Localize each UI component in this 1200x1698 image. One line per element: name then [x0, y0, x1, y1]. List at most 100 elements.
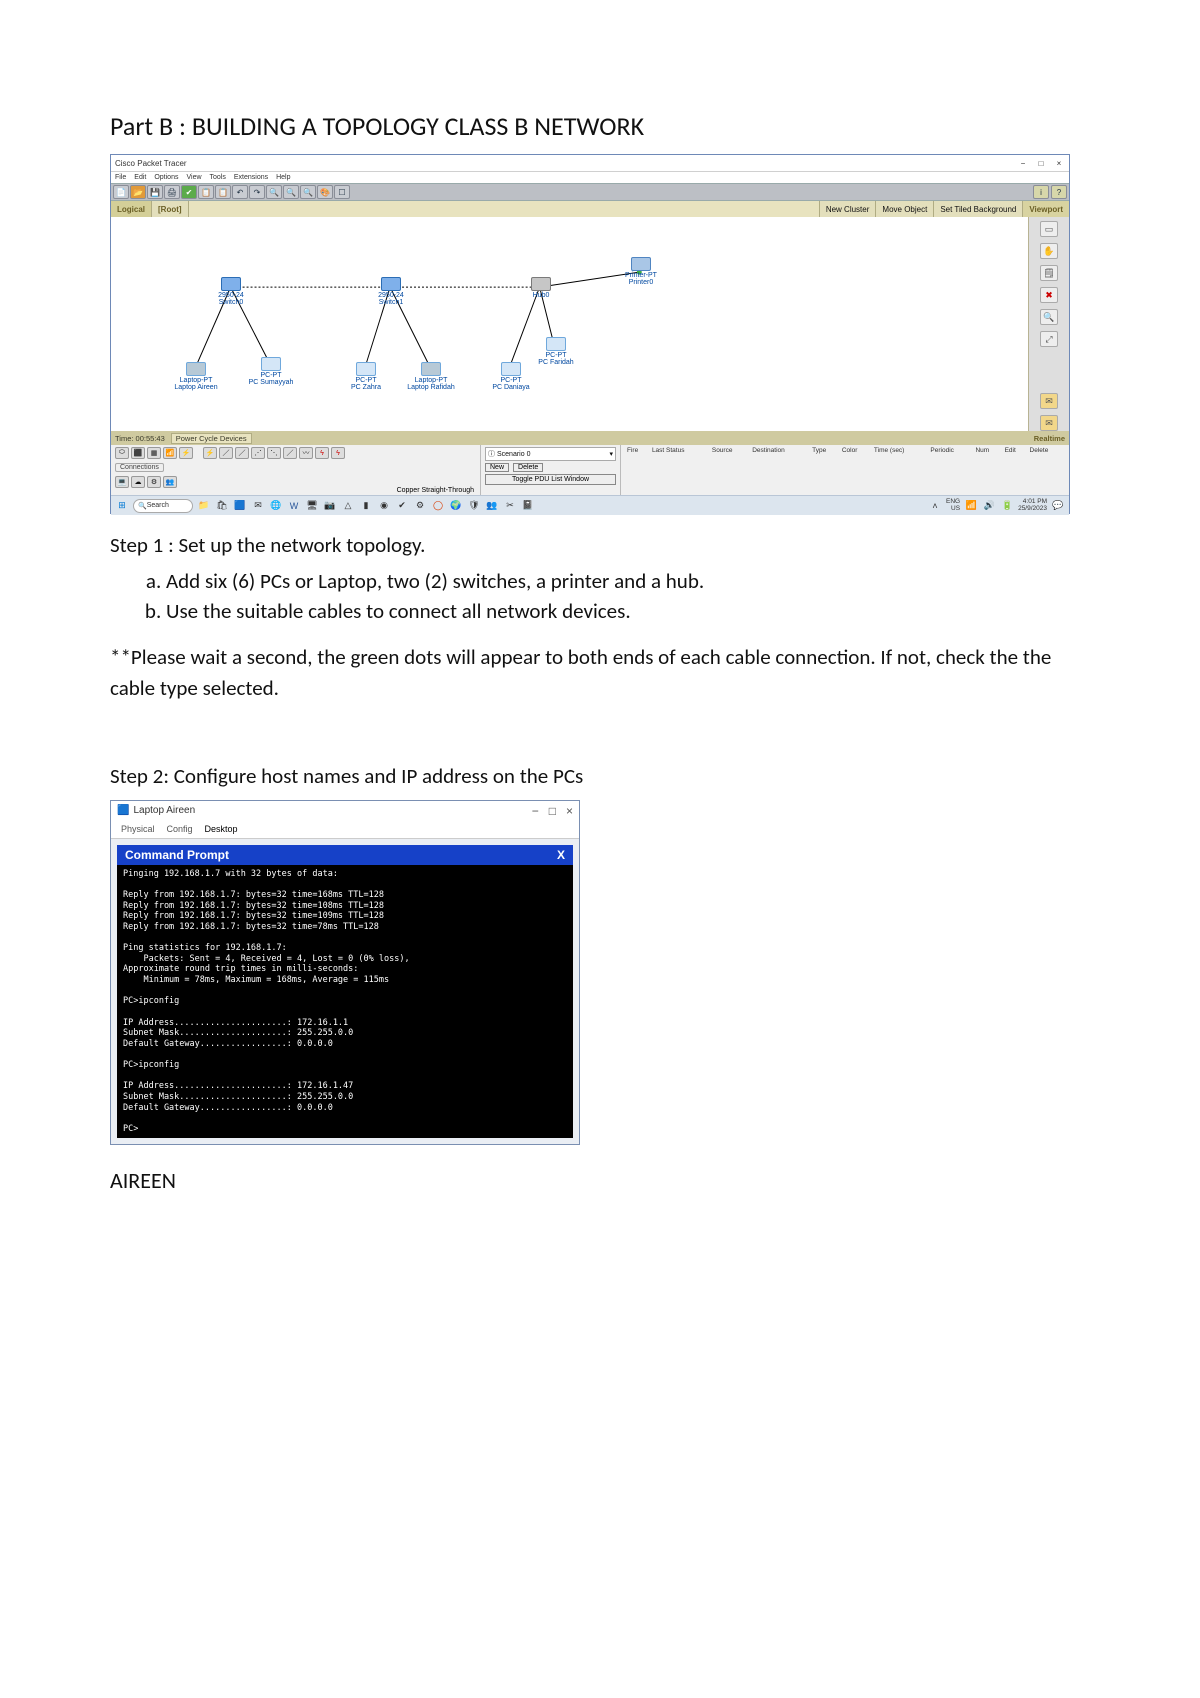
toolbar-new-icon[interactable]: 📄: [113, 185, 129, 199]
breadcrumb-root[interactable]: [Root]: [152, 201, 189, 217]
tray-chevron-icon[interactable]: ˄: [928, 499, 942, 513]
taskbar-word-icon[interactable]: W: [287, 499, 301, 513]
taskbar-cmd-icon[interactable]: ▮: [359, 499, 373, 513]
taskbar-people-icon[interactable]: 👥: [485, 499, 499, 513]
wan-icon[interactable]: ☁: [131, 476, 145, 488]
toolbar-print-icon[interactable]: 🖨: [164, 185, 180, 199]
device-laptop-aireen[interactable]: Laptop-PT Laptop Aireen: [166, 362, 226, 391]
power-cycle-button[interactable]: Power Cycle Devices: [171, 433, 252, 444]
toolbar-wizard-icon[interactable]: ✔: [181, 185, 197, 199]
device-pc-sumayyah[interactable]: PC-PT PC Sumayyah: [241, 357, 301, 386]
inspect-tool-icon[interactable]: 🔍: [1040, 309, 1058, 325]
cable-serial-dce-icon[interactable]: ϟ: [315, 447, 329, 459]
maximize-button[interactable]: □: [549, 804, 556, 818]
complex-pdu-icon[interactable]: ✉: [1040, 415, 1058, 431]
menu-help[interactable]: Help: [276, 174, 290, 181]
help-info-icon[interactable]: i: [1033, 185, 1049, 199]
viewport-button[interactable]: Viewport: [1022, 201, 1069, 217]
toolbar-open-icon[interactable]: 📂: [130, 185, 146, 199]
workspace-canvas[interactable]: 2950-24 Switch0 2950-24 Switch1 Hub0 Pri…: [111, 217, 1029, 431]
menu-tools[interactable]: Tools: [210, 174, 226, 181]
toolbar-dialog-icon[interactable]: ☐: [334, 185, 350, 199]
taskbar-explorer-icon[interactable]: 📁: [197, 499, 211, 513]
toolbar-undo-icon[interactable]: ↶: [232, 185, 248, 199]
simple-pdu-icon[interactable]: ✉: [1040, 393, 1058, 409]
terminal-output[interactable]: Pinging 192.168.1.7 with 32 bytes of dat…: [117, 865, 573, 1139]
toolbar-paste-icon[interactable]: 📋: [215, 185, 231, 199]
end-devices-icon[interactable]: 💻: [115, 476, 129, 488]
device-pc-daniaya[interactable]: PC-PT PC Daniaya: [481, 362, 541, 391]
minimize-button[interactable]: −: [1017, 159, 1029, 168]
move-object-button[interactable]: Move Object: [875, 201, 933, 217]
category-hubs-icon[interactable]: ▦: [147, 447, 161, 459]
device-switch0[interactable]: 2950-24 Switch0: [201, 277, 261, 306]
menu-file[interactable]: File: [115, 174, 126, 181]
device-printer0[interactable]: Printer-PT Printer0: [611, 257, 671, 286]
toolbar-zoom-in-icon[interactable]: 🔍: [266, 185, 282, 199]
resize-tool-icon[interactable]: ⤢: [1040, 331, 1058, 347]
menu-extensions[interactable]: Extensions: [234, 174, 268, 181]
toolbar-copy-icon[interactable]: 📋: [198, 185, 214, 199]
taskbar-app-icon[interactable]: 🟦: [233, 499, 247, 513]
tray-battery-icon[interactable]: 🔋: [1000, 499, 1014, 513]
cable-cross-icon[interactable]: ⋰: [251, 447, 265, 459]
note-tool-icon[interactable]: 🗒: [1040, 265, 1058, 281]
cable-phone-icon[interactable]: ／: [283, 447, 297, 459]
cable-auto-icon[interactable]: ⚡: [203, 447, 217, 459]
device-pc-zahra[interactable]: PC-PT PC Zahra: [336, 362, 396, 391]
tab-logical[interactable]: Logical: [111, 201, 152, 217]
menu-options[interactable]: Options: [154, 174, 178, 181]
taskbar-globe-icon[interactable]: 🌍: [449, 499, 463, 513]
toolbar-zoom-reset-icon[interactable]: 🔍: [283, 185, 299, 199]
device-pc-faridah[interactable]: PC-PT PC Faridah: [526, 337, 586, 366]
taskbar-triangle-icon[interactable]: △: [341, 499, 355, 513]
scenario-new-button[interactable]: New: [485, 463, 509, 472]
taskbar-check-icon[interactable]: ✔: [395, 499, 409, 513]
multiuser-icon[interactable]: 👥: [163, 476, 177, 488]
start-button[interactable]: ⊞: [115, 499, 129, 513]
tray-clock[interactable]: 4:01 PM25/9/2023: [1018, 499, 1047, 512]
help-question-icon[interactable]: ?: [1051, 185, 1067, 199]
toolbar-save-icon[interactable]: 💾: [147, 185, 163, 199]
taskbar-onenote-icon[interactable]: 📓: [521, 499, 535, 513]
scenario-select[interactable]: ⓘ Scenario 0 ▾: [485, 447, 616, 461]
device-laptop-rafidah[interactable]: Laptop-PT Laptop Rafidah: [401, 362, 461, 391]
close-button[interactable]: ×: [566, 804, 573, 818]
taskbar-mail-icon[interactable]: ✉: [251, 499, 265, 513]
menu-view[interactable]: View: [186, 174, 201, 181]
taskbar-settings-icon[interactable]: ⚙: [413, 499, 427, 513]
new-cluster-button[interactable]: New Cluster: [819, 201, 876, 217]
category-switches-icon[interactable]: ⬛: [131, 447, 145, 459]
close-button[interactable]: ×: [1053, 159, 1065, 168]
device-hub0[interactable]: Hub0: [511, 277, 571, 299]
hand-tool-icon[interactable]: ✋: [1040, 243, 1058, 259]
cable-serial-dte-icon[interactable]: ϟ: [331, 447, 345, 459]
maximize-button[interactable]: □: [1035, 159, 1047, 168]
toolbar-zoom-out-icon[interactable]: 🔍: [300, 185, 316, 199]
taskbar-search[interactable]: 🔍 Search: [133, 499, 193, 513]
custom-icon[interactable]: ⚙: [147, 476, 161, 488]
tab-config[interactable]: Config: [167, 824, 193, 834]
toolbar-redo-icon[interactable]: ↷: [249, 185, 265, 199]
device-switch1[interactable]: 2950-24 Switch1: [361, 277, 421, 306]
taskbar-edge-icon[interactable]: 🌐: [269, 499, 283, 513]
tray-wifi-icon[interactable]: 📶: [964, 499, 978, 513]
tab-physical[interactable]: Physical: [121, 824, 155, 834]
cable-console-icon[interactable]: ／: [219, 447, 233, 459]
category-routers-icon[interactable]: ⬭: [115, 447, 129, 459]
taskbar-shield-icon[interactable]: 🛡: [467, 499, 481, 513]
cmd-close-icon[interactable]: X: [557, 848, 565, 862]
tab-desktop[interactable]: Desktop: [205, 824, 238, 834]
cable-fiber-icon[interactable]: ⋱: [267, 447, 281, 459]
category-wireless-icon[interactable]: 📶: [163, 447, 177, 459]
minimize-button[interactable]: −: [532, 804, 539, 818]
tray-volume-icon[interactable]: 🔊: [982, 499, 996, 513]
category-connections-icon[interactable]: ⚡: [179, 447, 193, 459]
taskbar-chrome-icon[interactable]: ◉: [377, 499, 391, 513]
toggle-pdu-button[interactable]: Toggle PDU List Window: [485, 474, 616, 485]
realtime-button[interactable]: Realtime: [1034, 434, 1065, 443]
select-tool-icon[interactable]: ▭: [1040, 221, 1058, 237]
tray-notifications-icon[interactable]: 💬: [1051, 499, 1065, 513]
delete-tool-icon[interactable]: ✖: [1040, 287, 1058, 303]
menu-edit[interactable]: Edit: [134, 174, 146, 181]
